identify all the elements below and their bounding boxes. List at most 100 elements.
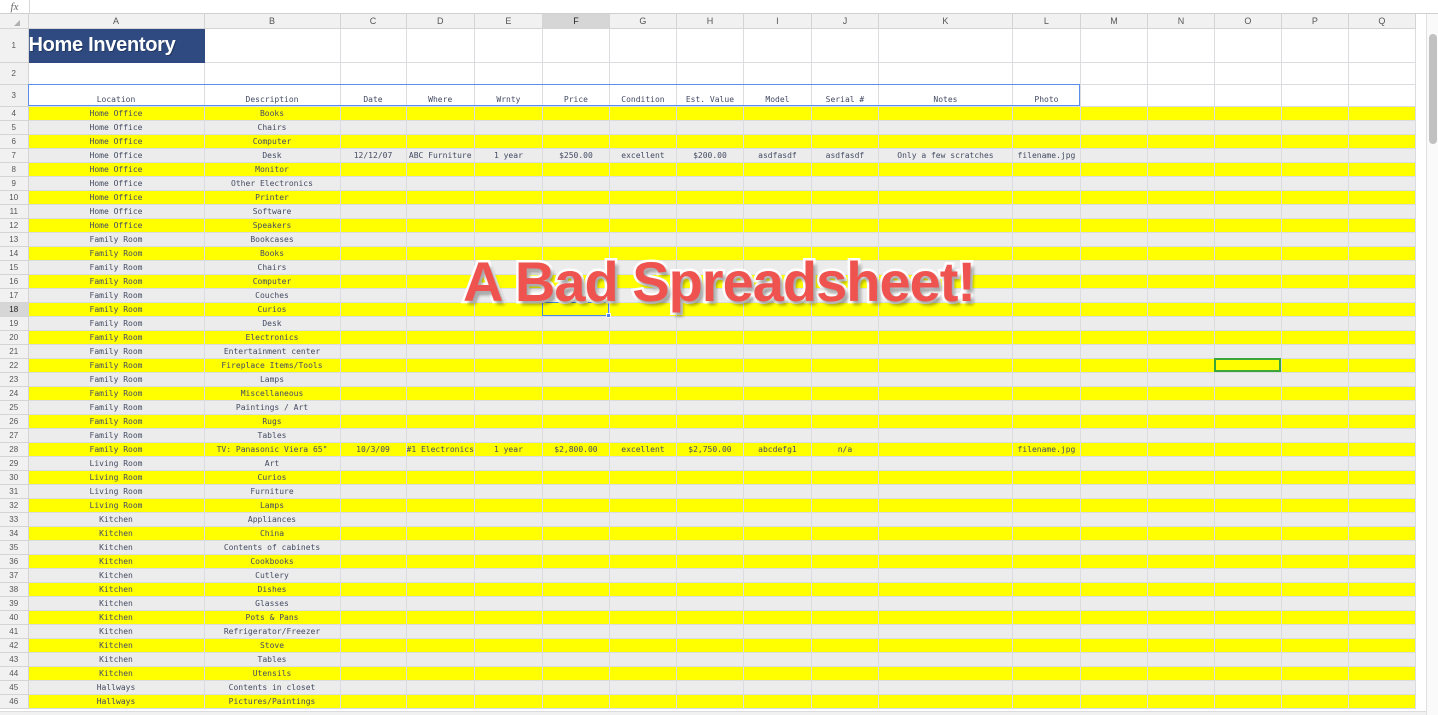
row-header-1[interactable]: 1 bbox=[0, 27, 29, 63]
grid-cell[interactable] bbox=[810, 497, 879, 513]
grid-cell[interactable] bbox=[1213, 301, 1282, 317]
grid-cell[interactable] bbox=[1079, 203, 1148, 219]
grid-cell[interactable] bbox=[473, 469, 543, 485]
grid-cell[interactable] bbox=[608, 245, 677, 261]
grid-cell[interactable] bbox=[1347, 651, 1416, 667]
select-all-corner[interactable] bbox=[0, 14, 29, 29]
grid-cell[interactable] bbox=[1011, 287, 1081, 303]
grid-cell[interactable] bbox=[608, 329, 677, 345]
grid-cell[interactable] bbox=[742, 581, 812, 597]
grid-cell[interactable] bbox=[541, 581, 610, 597]
grid-cell[interactable] bbox=[675, 651, 744, 667]
grid-cell[interactable] bbox=[339, 287, 407, 303]
grid-cell[interactable] bbox=[1213, 231, 1282, 247]
grid-cell[interactable] bbox=[675, 343, 744, 359]
grid-cell[interactable] bbox=[1011, 329, 1081, 345]
grid-cell[interactable] bbox=[339, 161, 407, 177]
column-label-cell[interactable]: Description bbox=[203, 83, 341, 107]
grid-cell[interactable] bbox=[1280, 161, 1349, 177]
grid-cell[interactable] bbox=[1146, 105, 1215, 121]
row-header-33[interactable]: 33 bbox=[0, 511, 29, 527]
grid-cell[interactable] bbox=[1280, 497, 1349, 513]
grid-cell[interactable] bbox=[1011, 665, 1081, 681]
row-header-43[interactable]: 43 bbox=[0, 651, 29, 667]
grid-cell[interactable] bbox=[1347, 595, 1416, 611]
grid-cell[interactable] bbox=[1347, 231, 1416, 247]
grid-cell[interactable]: Family Room bbox=[27, 371, 205, 387]
grid-cell[interactable] bbox=[675, 189, 744, 205]
grid-cell[interactable] bbox=[1213, 693, 1282, 709]
grid-cell[interactable]: 1 year bbox=[473, 441, 543, 457]
grid-cell[interactable]: Family Room bbox=[27, 245, 205, 261]
grid-cell[interactable] bbox=[473, 525, 543, 541]
grid-cell[interactable] bbox=[1079, 133, 1148, 149]
grid-cell[interactable]: Family Room bbox=[27, 273, 205, 289]
grid-cell[interactable] bbox=[1146, 301, 1215, 317]
grid-cell[interactable] bbox=[742, 595, 812, 611]
grid-cell[interactable] bbox=[1146, 161, 1215, 177]
grid-cell[interactable] bbox=[1079, 273, 1148, 289]
grid-cell[interactable] bbox=[877, 567, 1013, 583]
grid-cell[interactable] bbox=[608, 371, 677, 387]
grid-cell[interactable] bbox=[473, 427, 543, 443]
grid-cell[interactable] bbox=[742, 231, 812, 247]
grid-cell[interactable] bbox=[541, 189, 610, 205]
grid-cell[interactable] bbox=[1011, 273, 1081, 289]
grid-cell[interactable] bbox=[675, 497, 744, 513]
grid-cell[interactable] bbox=[608, 61, 677, 85]
grid-cell[interactable]: Home Office bbox=[27, 217, 205, 233]
grid-cell[interactable] bbox=[1213, 651, 1282, 667]
grid-cell[interactable] bbox=[608, 175, 677, 191]
grid-cell[interactable] bbox=[1347, 399, 1416, 415]
grid-cell[interactable] bbox=[1213, 315, 1282, 331]
grid-cell[interactable] bbox=[675, 511, 744, 527]
grid-cell[interactable] bbox=[541, 469, 610, 485]
grid-cell[interactable] bbox=[1213, 595, 1282, 611]
grid-cell[interactable] bbox=[877, 385, 1013, 401]
row-header-5[interactable]: 5 bbox=[0, 119, 29, 135]
grid-cell[interactable] bbox=[1146, 287, 1215, 303]
grid-cell[interactable]: Home Office bbox=[27, 189, 205, 205]
grid-cell[interactable] bbox=[1079, 455, 1148, 471]
grid-cell[interactable] bbox=[1347, 567, 1416, 583]
grid-cell[interactable] bbox=[1146, 133, 1215, 149]
grid-cell[interactable] bbox=[1280, 217, 1349, 233]
grid-cell[interactable] bbox=[1146, 217, 1215, 233]
grid-cell[interactable]: Family Room bbox=[27, 315, 205, 331]
grid-cell[interactable] bbox=[675, 245, 744, 261]
grid-cell[interactable] bbox=[1146, 455, 1215, 471]
grid-cell[interactable] bbox=[473, 637, 543, 653]
grid-cell[interactable]: Contents of cabinets bbox=[203, 539, 341, 555]
row-header-16[interactable]: 16 bbox=[0, 273, 29, 289]
column-header-q[interactable]: Q bbox=[1347, 14, 1416, 29]
grid-cell[interactable] bbox=[1146, 413, 1215, 429]
grid-cell[interactable] bbox=[405, 273, 475, 289]
grid-cell[interactable] bbox=[1146, 609, 1215, 625]
grid-cell[interactable] bbox=[742, 665, 812, 681]
grid-cell[interactable] bbox=[1079, 301, 1148, 317]
grid-cell[interactable] bbox=[742, 497, 812, 513]
grid-cell[interactable] bbox=[541, 357, 610, 373]
grid-cell[interactable] bbox=[608, 217, 677, 233]
grid-cell[interactable] bbox=[339, 245, 407, 261]
column-label-cell[interactable]: Where bbox=[405, 83, 475, 107]
grid-cell[interactable] bbox=[608, 553, 677, 569]
vertical-scrollbar-thumb[interactable] bbox=[1429, 34, 1437, 144]
grid-cell[interactable] bbox=[1079, 427, 1148, 443]
grid-cell[interactable]: Furniture bbox=[203, 483, 341, 499]
grid-cell[interactable] bbox=[608, 511, 677, 527]
grid-cell[interactable] bbox=[810, 287, 879, 303]
grid-cell[interactable] bbox=[1011, 511, 1081, 527]
grid-cell[interactable] bbox=[405, 413, 475, 429]
grid-cell[interactable] bbox=[1011, 553, 1081, 569]
grid-cell[interactable] bbox=[608, 469, 677, 485]
row-header-42[interactable]: 42 bbox=[0, 637, 29, 653]
grid-cell[interactable] bbox=[1146, 231, 1215, 247]
grid-cell[interactable] bbox=[541, 273, 610, 289]
grid-cell[interactable] bbox=[1146, 539, 1215, 555]
grid-cell[interactable] bbox=[810, 301, 879, 317]
grid-cell[interactable] bbox=[1280, 147, 1349, 163]
grid-cell[interactable]: Chairs bbox=[203, 119, 341, 135]
grid-cell[interactable]: Pots & Pans bbox=[203, 609, 341, 625]
grid-cell[interactable] bbox=[1079, 469, 1148, 485]
